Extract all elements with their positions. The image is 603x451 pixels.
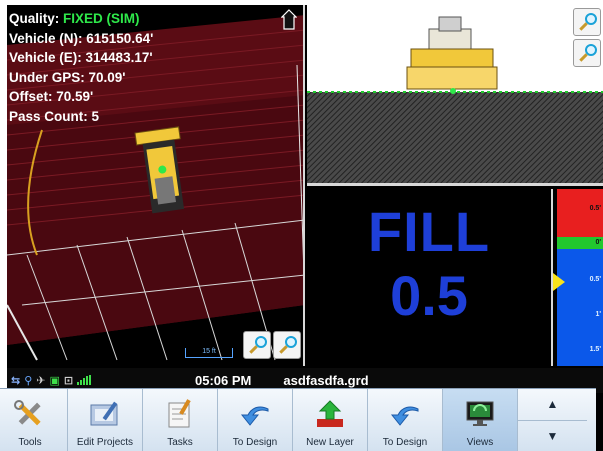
- new-layer-icon: [310, 397, 350, 431]
- main-toolbar: Tools Edit Projects Tasks To Design New …: [0, 388, 596, 451]
- home-icon[interactable]: [280, 9, 298, 36]
- fill-tick-label-1: 0.5': [589, 276, 601, 283]
- design-file-name: asdfasdfa.grd: [283, 373, 369, 388]
- zoom-out-icon[interactable]: [273, 331, 301, 359]
- quality-value: FIXED (SIM): [63, 11, 140, 26]
- gps-icon[interactable]: ▣: [50, 375, 60, 387]
- pass-count: Pass Count: 5: [9, 108, 100, 124]
- tasks-label: Tasks: [167, 437, 193, 448]
- edit-projects-label: Edit Projects: [76, 437, 134, 448]
- machine-control-screen: Quality: FIXED (SIM) Vehicle (N): 615150…: [7, 5, 603, 451]
- cut-zone: [557, 189, 603, 237]
- clock-time: 05:06 PM: [195, 373, 252, 388]
- plan-info-panel: Quality: FIXED (SIM) Vehicle (N): 615150…: [9, 9, 153, 126]
- to-design-button-2[interactable]: To Design: [368, 389, 443, 451]
- cut-fill-display: FILL 0.5: [307, 189, 551, 366]
- edit-projects-button[interactable]: Edit Projects: [68, 389, 143, 451]
- views-button[interactable]: Views: [443, 389, 518, 451]
- plan-zoom-controls: [243, 331, 301, 359]
- profile-view[interactable]: [307, 5, 603, 186]
- radio-icon[interactable]: ⊡: [64, 375, 73, 387]
- offset-value: Offset: 70.59': [9, 89, 94, 104]
- cut-fill-value: 0.5: [390, 264, 468, 327]
- tools-icon: [10, 397, 50, 431]
- profile-zoom-controls: [573, 8, 601, 67]
- zoom-out-icon[interactable]: [573, 39, 601, 67]
- grade-marker-icon: [553, 273, 565, 291]
- cut-tick-label: 0.5': [589, 205, 601, 212]
- scroll-up-button[interactable]: ▲: [518, 389, 587, 421]
- tasks-icon: [160, 397, 200, 431]
- zoom-in-icon[interactable]: [243, 331, 271, 359]
- to-design-label: To Design: [232, 437, 278, 448]
- fill-tick-label-2: 1': [595, 311, 601, 318]
- tools-label: Tools: [18, 437, 42, 448]
- cut-fill-label: FILL: [367, 200, 491, 263]
- toolbar-scroll: ▲ ▼: [518, 389, 587, 451]
- on-grade-tick-label: 0': [595, 239, 601, 246]
- zoom-in-icon[interactable]: [573, 8, 601, 36]
- under-gps: Under GPS: 70.09': [9, 69, 126, 85]
- views-label: Views: [466, 437, 494, 448]
- antenna-icon[interactable]: ⚲: [24, 375, 32, 387]
- new-layer-label: New Layer: [306, 437, 354, 448]
- vehicle-east: Vehicle (E): 314483.17': [9, 50, 153, 65]
- network-icon[interactable]: ⇆: [11, 375, 20, 387]
- grade-indicator: 0.5' 0' 0.5' 1' 1.5': [551, 189, 603, 366]
- status-icons: ⇆ ⚲ ✈ ▣ ⊡: [11, 373, 161, 388]
- to-design-icon: [385, 397, 425, 431]
- profile-graphic: [307, 5, 603, 183]
- views-icon: [460, 397, 500, 431]
- new-layer-button[interactable]: New Layer: [293, 389, 368, 451]
- edit-projects-icon: [85, 397, 125, 431]
- to-design-button[interactable]: To Design: [218, 389, 293, 451]
- vehicle-north: Vehicle (N): 615150.64': [9, 30, 154, 46]
- tools-button[interactable]: Tools: [0, 389, 68, 451]
- signal-icon[interactable]: [77, 373, 93, 388]
- quality-label: Quality:: [9, 11, 60, 26]
- tasks-button[interactable]: Tasks: [143, 389, 218, 451]
- to-design-label-2: To Design: [382, 437, 428, 448]
- to-design-icon: [235, 397, 275, 431]
- fill-tick-label-3: 1.5': [589, 346, 601, 353]
- satellite-icon[interactable]: ✈: [36, 375, 45, 387]
- map-scale-label: 15 ft: [202, 348, 216, 355]
- plan-view[interactable]: Quality: FIXED (SIM) Vehicle (N): 615150…: [7, 5, 305, 366]
- map-scale-bar: 15 ft: [185, 348, 233, 358]
- scroll-down-button[interactable]: ▼: [518, 421, 587, 451]
